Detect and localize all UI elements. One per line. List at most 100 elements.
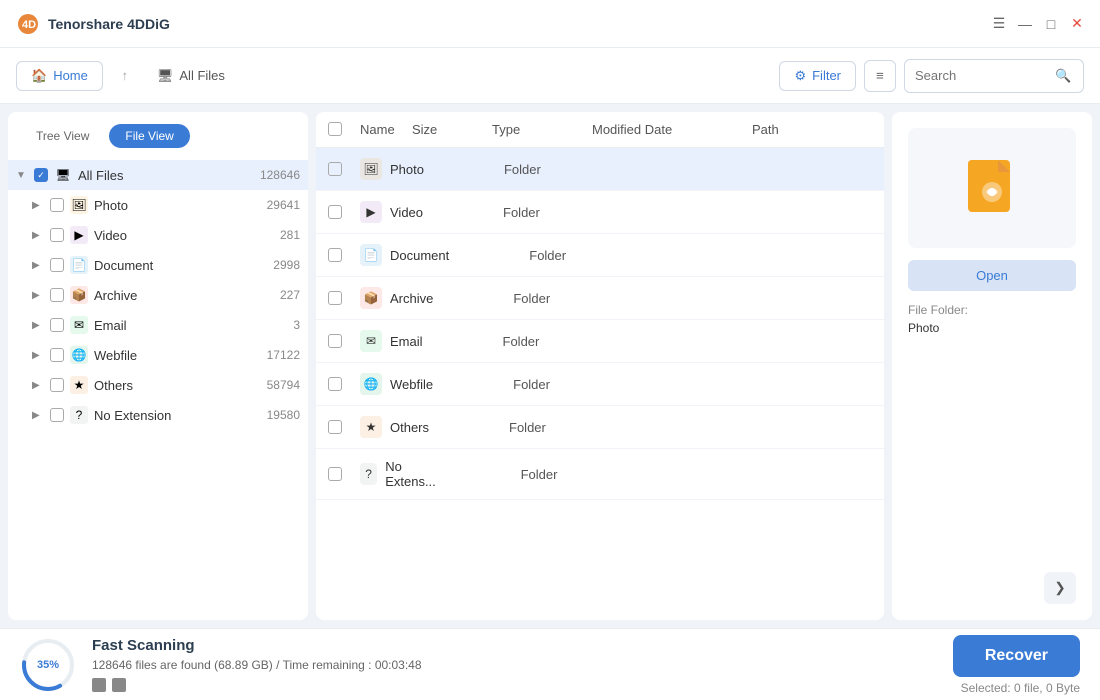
root-label: All Files <box>78 168 254 183</box>
file-name-5: 🌐 Webfile <box>360 373 433 395</box>
item-checkbox-3[interactable] <box>50 288 64 302</box>
file-folder-label: File Folder: <box>908 303 1076 317</box>
row-file-icon-6: ★ <box>360 416 382 438</box>
bottombar: 35% Fast Scanning 128646 files are found… <box>0 628 1100 700</box>
file-view-button[interactable]: File View <box>109 124 189 148</box>
row-file-icon-5: 🌐 <box>360 373 382 395</box>
item-label-0: Photo <box>94 198 261 213</box>
preview-filename: Photo <box>908 321 1076 335</box>
list-icon: ≡ <box>876 68 884 83</box>
open-button[interactable]: Open <box>908 260 1076 291</box>
row-type-1: Folder <box>503 205 603 220</box>
table-row[interactable]: ? No Extens... Folder <box>316 449 884 500</box>
table-row[interactable]: 📦 Archive Folder <box>316 277 884 320</box>
item-label-2: Document <box>94 258 267 273</box>
all-files-breadcrumb: 🖥 All Files <box>147 62 235 90</box>
minimize-button[interactable]: — <box>1018 17 1032 31</box>
sidebar-root-item[interactable]: ▼ ✓ 🖥 All Files 128646 <box>8 160 308 190</box>
item-icon-5: 🌐 <box>70 346 88 364</box>
item-label-4: Email <box>94 318 287 333</box>
row-checkbox-1[interactable] <box>328 205 342 219</box>
sidebar-item-others[interactable]: ▶ ★ Others 58794 <box>8 370 308 400</box>
file-panel: Name Size Type Modified Date Path 🖼 Phot… <box>316 112 884 620</box>
scan-pause-button[interactable] <box>112 678 126 692</box>
table-header: Name Size Type Modified Date Path <box>316 112 884 148</box>
file-name-1: ▶ Video <box>360 201 423 223</box>
item-checkbox-1[interactable] <box>50 228 64 242</box>
item-checkbox-4[interactable] <box>50 318 64 332</box>
item-icon-7: ? <box>70 406 88 424</box>
recover-button[interactable]: Recover <box>953 635 1080 677</box>
root-count: 128646 <box>260 168 300 182</box>
name-column-header: Name <box>360 122 412 137</box>
table-row[interactable]: 📄 Document Folder <box>316 234 884 277</box>
item-checkbox-0[interactable] <box>50 198 64 212</box>
row-checkbox-2[interactable] <box>328 248 342 262</box>
table-row[interactable]: ★ Others Folder <box>316 406 884 449</box>
table-row[interactable]: ✉ Email Folder <box>316 320 884 363</box>
row-checkbox-5[interactable] <box>328 377 342 391</box>
table-row[interactable]: ▶ Video Folder <box>316 191 884 234</box>
svg-text:4D: 4D <box>22 19 36 31</box>
sidebar-item-archive[interactable]: ▶ 📦 Archive 227 <box>8 280 308 310</box>
item-checkbox-7[interactable] <box>50 408 64 422</box>
checkbox-header[interactable] <box>328 122 360 137</box>
sidebar-item-photo[interactable]: ▶ 🖼 Photo 29641 <box>8 190 308 220</box>
sidebar-item-webfile[interactable]: ▶ 🌐 Webfile 17122 <box>8 340 308 370</box>
row-checkbox-4[interactable] <box>328 334 342 348</box>
tree-view-button[interactable]: Tree View <box>20 124 105 148</box>
item-label-5: Webfile <box>94 348 261 363</box>
scan-info: Fast Scanning 128646 files are found (68… <box>92 637 937 692</box>
preview-next-button[interactable]: ❯ <box>1044 572 1076 604</box>
menu-icon[interactable]: ☰ <box>992 17 1006 31</box>
sidebar-item-document[interactable]: ▶ 📄 Document 2998 <box>8 250 308 280</box>
hdd-icon: 🖥 <box>54 166 72 184</box>
table-row[interactable]: 🖼 Photo Folder <box>316 148 884 191</box>
row-file-icon-1: ▶ <box>360 201 382 223</box>
arrow-right-icon: ❯ <box>1054 580 1065 596</box>
chevron-right-icon: ▶ <box>32 230 44 241</box>
file-name-0: 🖼 Photo <box>360 158 424 180</box>
search-icon: 🔍 <box>1055 68 1071 84</box>
filter-button[interactable]: ⚙ Filter <box>779 61 856 91</box>
scan-title: Fast Scanning <box>92 637 937 654</box>
list-view-button[interactable]: ≡ <box>864 60 896 92</box>
chevron-down-icon: ▼ <box>16 170 28 181</box>
chevron-right-icon: ▶ <box>32 350 44 361</box>
item-checkbox-5[interactable] <box>50 348 64 362</box>
home-button[interactable]: 🏠 Home <box>16 61 103 91</box>
row-type-3: Folder <box>513 291 613 306</box>
close-button[interactable]: ✕ <box>1070 17 1084 31</box>
row-checkbox-6[interactable] <box>328 420 342 434</box>
scan-stop-button[interactable] <box>92 678 106 692</box>
preview-file-icon <box>960 156 1024 220</box>
scan-controls <box>92 678 937 692</box>
root-checkbox[interactable]: ✓ <box>34 168 48 182</box>
app-title: Tenorshare 4DDiG <box>48 16 170 32</box>
row-checkbox-3[interactable] <box>328 291 342 305</box>
item-icon-0: 🖼 <box>70 196 88 214</box>
maximize-button[interactable]: □ <box>1044 17 1058 31</box>
row-type-4: Folder <box>503 334 603 349</box>
search-input[interactable] <box>915 68 1055 83</box>
row-checkbox-0[interactable] <box>328 162 342 176</box>
item-count-4: 3 <box>293 318 300 332</box>
view-toggle: Tree View File View <box>8 124 308 160</box>
row-type-7: Folder <box>521 467 621 482</box>
select-all-checkbox[interactable] <box>328 122 342 136</box>
row-file-icon-0: 🖼 <box>360 158 382 180</box>
file-name-2: 📄 Document <box>360 244 449 266</box>
sidebar-item-no-extension[interactable]: ▶ ? No Extension 19580 <box>8 400 308 430</box>
item-count-1: 281 <box>280 228 300 242</box>
item-count-5: 17122 <box>267 348 300 362</box>
file-name-7: ? No Extens... <box>360 459 441 489</box>
sidebar-item-email[interactable]: ▶ ✉ Email 3 <box>8 310 308 340</box>
table-row[interactable]: 🌐 Webfile Folder <box>316 363 884 406</box>
item-checkbox-2[interactable] <box>50 258 64 272</box>
up-button[interactable]: ↑ <box>111 62 139 90</box>
row-checkbox-7[interactable] <box>328 467 342 481</box>
progress-label: 35% <box>37 659 59 671</box>
item-label-6: Others <box>94 378 261 393</box>
sidebar-item-video[interactable]: ▶ ▶ Video 281 <box>8 220 308 250</box>
item-checkbox-6[interactable] <box>50 378 64 392</box>
